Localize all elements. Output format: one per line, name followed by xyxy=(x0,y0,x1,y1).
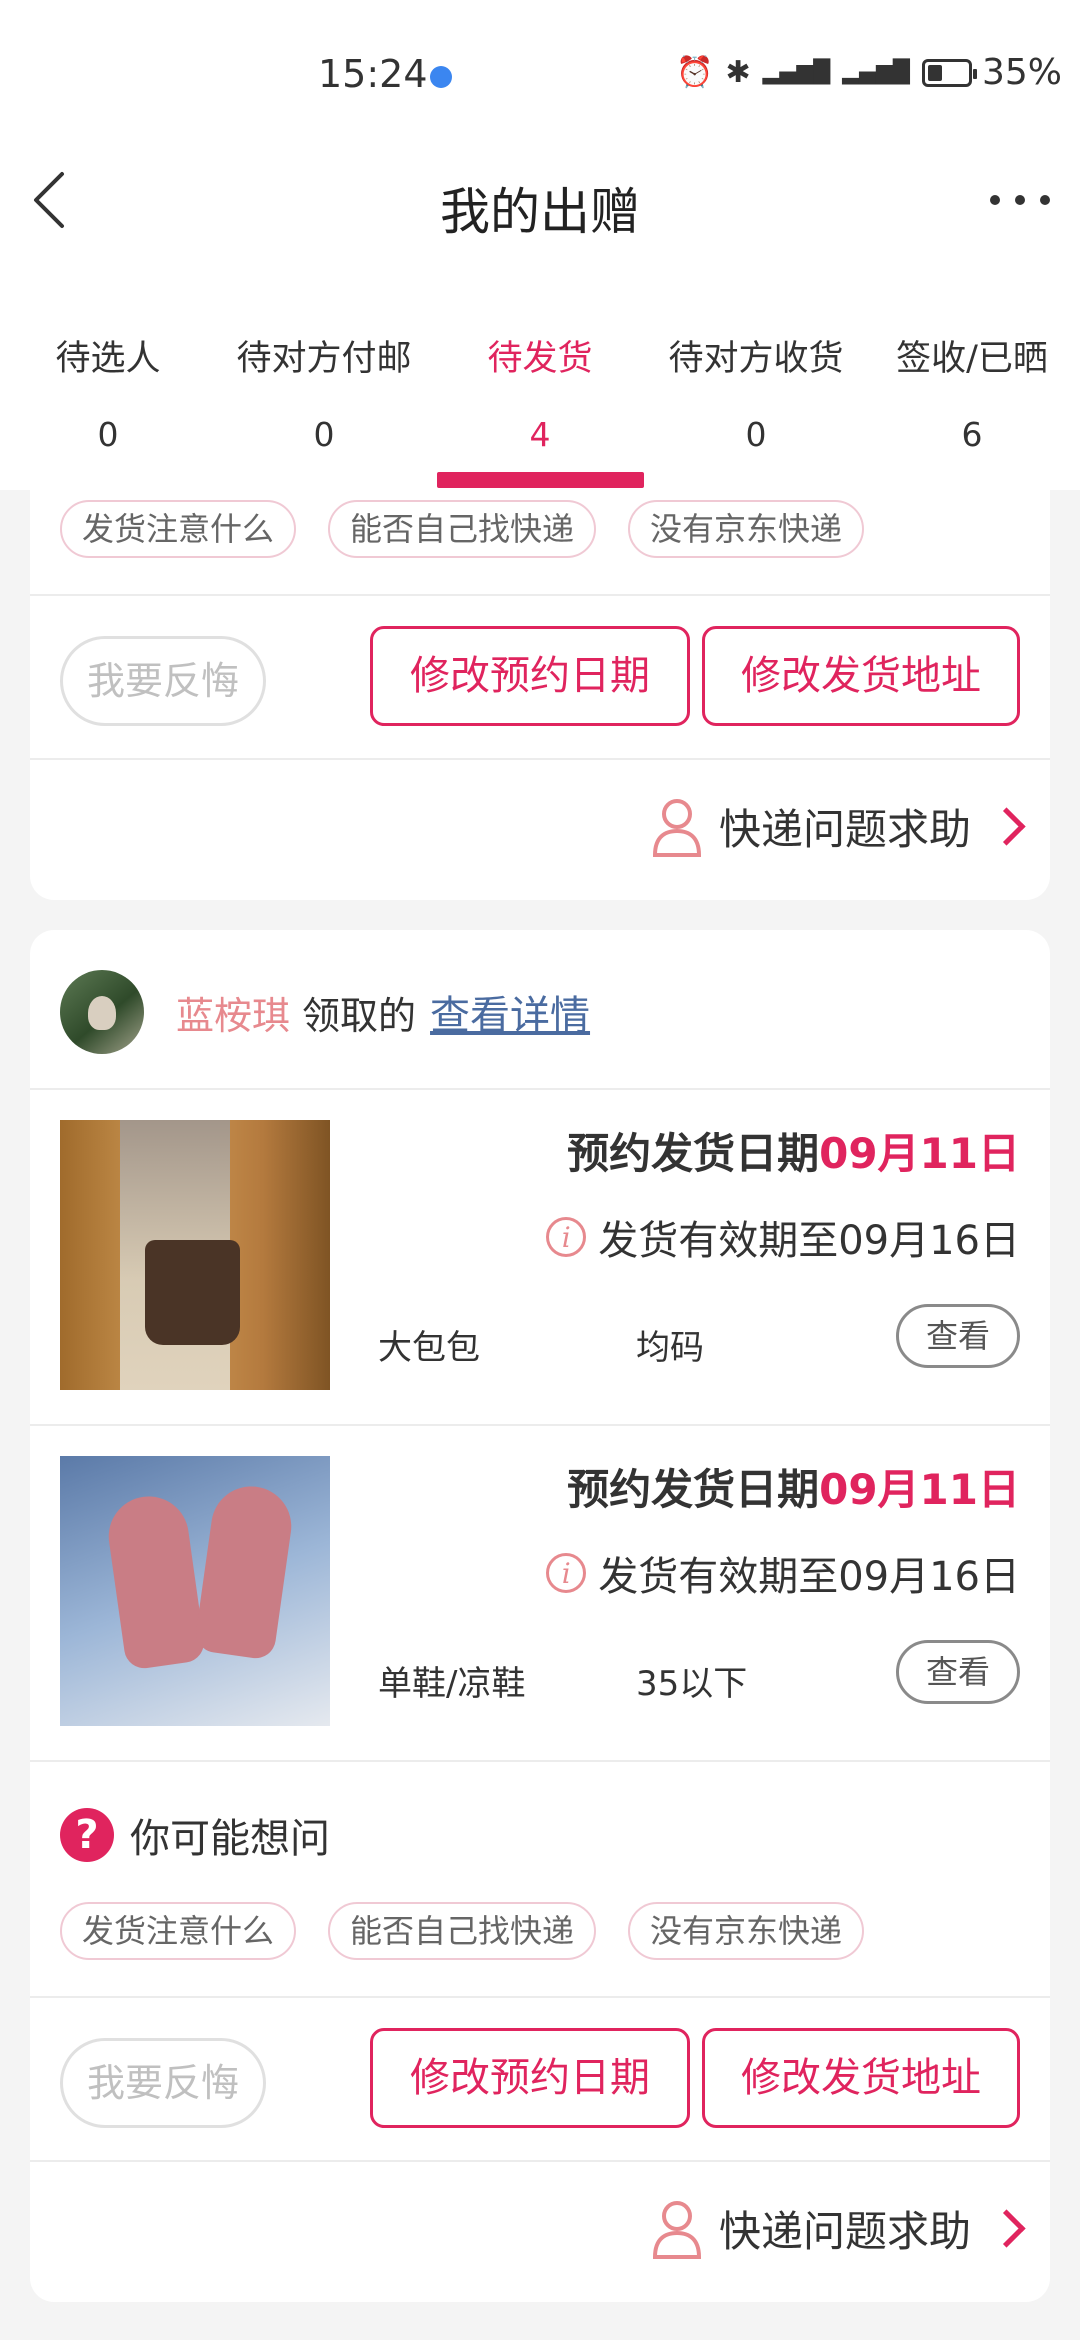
shipping-help-link[interactable]: 快递问题求助 xyxy=(651,796,1026,857)
alarm-icon: ⏰ xyxy=(676,55,714,90)
validity-row: i 发货有效期至09月16日 xyxy=(546,1544,1020,1602)
more-options-icon[interactable] xyxy=(990,190,1050,210)
gift-item: 预约发货日期09月11日 i 发货有效期至09月16日 大包包 均码 查看 xyxy=(30,1090,1050,1426)
ship-date-value: 09月11日 xyxy=(819,1465,1020,1514)
view-item-button[interactable]: 查看 xyxy=(896,1304,1020,1368)
tab-label: 待选人 xyxy=(55,339,161,379)
item-name: 大包包 xyxy=(378,1328,480,1368)
tab-bar: 待选人 0 待对方付邮 0 待发货 4 待对方收货 0 签收/已晒 6 xyxy=(0,290,1080,490)
tab-label: 待对方付邮 xyxy=(236,339,412,379)
view-item-button[interactable]: 查看 xyxy=(896,1640,1020,1704)
divider xyxy=(30,758,1050,760)
tab-label: 签收/已晒 xyxy=(896,339,1048,379)
faq-chip-row: 发货注意什么 能否自己找快递 没有京东快递 xyxy=(60,1902,865,1960)
regret-button[interactable]: 我要反悔 xyxy=(60,636,266,726)
signal-5g-icon: ▂▄▆█ xyxy=(842,60,910,85)
item-size: 均码 xyxy=(636,1328,704,1368)
tab-pending-postage[interactable]: 待对方付邮 0 xyxy=(216,290,432,490)
change-address-button[interactable]: 修改发货地址 xyxy=(702,626,1020,726)
tab-label: 待发货 xyxy=(487,339,593,379)
faq-chip[interactable]: 能否自己找快递 xyxy=(328,1902,597,1960)
faq-chip[interactable]: 没有京东快递 xyxy=(628,1902,865,1960)
faq-heading: ? 你可能想问 xyxy=(60,1806,330,1864)
ship-date-label: 预约发货日期 xyxy=(567,1465,820,1514)
battery-percent: 35% xyxy=(981,52,1062,93)
tab-pending-select[interactable]: 待选人 0 xyxy=(0,290,216,490)
item-photo[interactable] xyxy=(60,1456,330,1726)
gift-card: 发货注意什么 能否自己找快递 没有京东快递 我要反悔 修改预约日期 修改发货地址… xyxy=(30,490,1050,900)
tab-count: 6 xyxy=(961,415,983,454)
shipping-help-link[interactable]: 快递问题求助 xyxy=(651,2198,1026,2259)
gift-item: 预约发货日期09月11日 i 发货有效期至09月16日 单鞋/凉鞋 35以下 查… xyxy=(30,1426,1050,1762)
change-address-button[interactable]: 修改发货地址 xyxy=(702,2028,1020,2128)
faq-chip[interactable]: 能否自己找快递 xyxy=(328,500,597,558)
faq-title: 你可能想问 xyxy=(130,1816,330,1862)
validity-text: 发货有效期至09月16日 xyxy=(598,1218,1020,1264)
tab-pending-receive[interactable]: 待对方收货 0 xyxy=(648,290,864,490)
item-size: 35以下 xyxy=(636,1664,748,1704)
change-date-button[interactable]: 修改预约日期 xyxy=(370,2028,690,2128)
ship-date: 预约发货日期09月11日 xyxy=(567,1120,1020,1181)
tab-count: 4 xyxy=(529,415,551,454)
active-tab-indicator xyxy=(437,472,644,488)
faq-chip-row: 发货注意什么 能否自己找快递 没有京东快递 xyxy=(60,500,865,558)
tab-label: 待对方收货 xyxy=(668,339,844,379)
tab-pending-ship[interactable]: 待发货 4 xyxy=(432,290,648,490)
faq-chip[interactable]: 没有京东快递 xyxy=(628,500,865,558)
avatar[interactable] xyxy=(60,970,144,1054)
person-icon xyxy=(652,798,701,857)
received-text: 领取的 xyxy=(302,993,417,1038)
question-icon: ? xyxy=(60,1808,114,1862)
tab-count: 0 xyxy=(745,415,767,454)
faq-chip[interactable]: 发货注意什么 xyxy=(60,500,297,558)
receiver-row: 蓝桉琪 领取的 查看详情 xyxy=(60,970,590,1054)
status-indicators: ⏰ ✱ ▂▄▆█ ▂▄▆█ 35% xyxy=(676,52,1062,93)
help-label: 快递问题求助 xyxy=(718,2207,971,2256)
battery-icon xyxy=(921,58,977,87)
divider xyxy=(30,1996,1050,1998)
help-label: 快递问题求助 xyxy=(718,805,971,854)
divider xyxy=(30,2160,1050,2162)
tab-signed[interactable]: 签收/已晒 6 xyxy=(864,290,1080,490)
location-dot-icon xyxy=(430,66,452,88)
item-name: 单鞋/凉鞋 xyxy=(378,1664,526,1704)
status-time: 15:24 xyxy=(318,52,428,96)
tab-count: 0 xyxy=(313,415,335,454)
person-icon xyxy=(652,2200,701,2259)
receiver-name[interactable]: 蓝桉琪 xyxy=(176,985,290,1040)
page-title: 我的出赠 xyxy=(440,183,640,241)
validity-text: 发货有效期至09月16日 xyxy=(598,1554,1020,1600)
validity-row: i 发货有效期至09月16日 xyxy=(546,1208,1020,1266)
faq-chip[interactable]: 发货注意什么 xyxy=(60,1902,297,1960)
chevron-right-icon xyxy=(987,2209,1026,2248)
ship-date-value: 09月11日 xyxy=(819,1129,1020,1178)
status-bar: 15:24 ⏰ ✱ ▂▄▆█ ▂▄▆█ 35% xyxy=(0,0,1080,150)
chevron-right-icon xyxy=(987,807,1026,846)
info-icon: i xyxy=(546,1217,587,1257)
signal-icon: ▂▄▆█ xyxy=(762,60,831,85)
regret-button[interactable]: 我要反悔 xyxy=(60,2038,266,2128)
ship-date: 预约发货日期09月11日 xyxy=(567,1456,1020,1517)
item-photo[interactable] xyxy=(60,1120,330,1390)
gift-card: 蓝桉琪 领取的 查看详情 预约发货日期09月11日 i 发货有效期至09月16日… xyxy=(30,930,1050,2302)
info-icon: i xyxy=(546,1553,587,1593)
bluetooth-icon: ✱ xyxy=(725,55,751,90)
divider xyxy=(30,594,1050,596)
change-date-button[interactable]: 修改预约日期 xyxy=(370,626,690,726)
ship-date-label: 预约发货日期 xyxy=(567,1129,820,1178)
view-details-link[interactable]: 查看详情 xyxy=(430,983,590,1041)
tab-count: 0 xyxy=(97,415,119,454)
divider xyxy=(30,1760,1050,1762)
